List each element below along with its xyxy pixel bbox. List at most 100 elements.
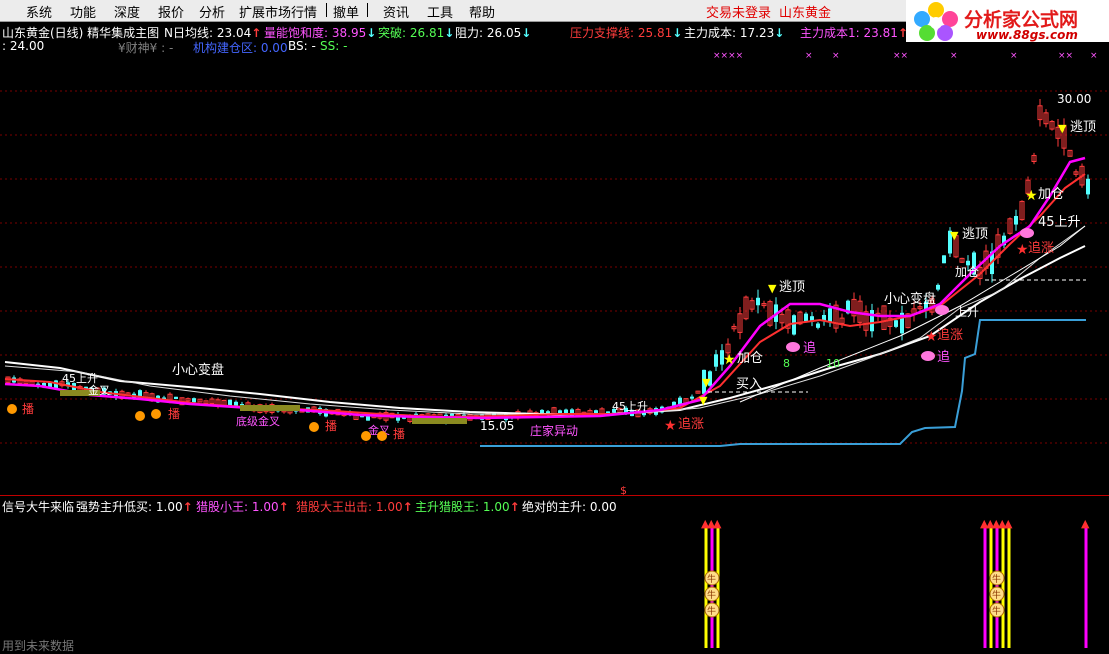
main-price-chart[interactable]: 30.00 15.05 逃顶 逃顶 逃顶 加仓 加仓 加仓 45上升 45上升 … (0, 36, 1109, 496)
olive-band (240, 405, 300, 411)
candlesticks (5, 98, 1090, 425)
rise45-label: 45上升 (612, 400, 648, 413)
orange-ball-icon (135, 411, 145, 421)
candle-body (1086, 178, 1090, 195)
menu-system[interactable]: 系统 (26, 2, 52, 21)
star-icon: ★ (664, 418, 677, 434)
add-position-label: 加仓 (737, 351, 763, 366)
rise-label: 上升 (955, 305, 979, 319)
orange-ball-icon (309, 422, 319, 432)
cat-small-indicator: 猎股小王: 1.00↑ (196, 500, 289, 514)
star-icon: ★ (1016, 242, 1029, 258)
diamond-icon (935, 305, 949, 315)
gold-cross-label: 金叉 (88, 383, 110, 397)
escape-top-label: 逃顶 (779, 280, 805, 295)
menu-function[interactable]: 功能 (70, 2, 96, 21)
candle-body (894, 320, 898, 327)
menu-separator (367, 3, 368, 17)
triangle-down-icon: ▼ (1058, 122, 1067, 135)
candle-body (804, 313, 808, 322)
num-label: 10 (826, 357, 840, 370)
cross-marker: ×××× (713, 51, 743, 61)
magenta-ma-line (4, 156, 1086, 420)
price-high-label: 30.00 (1057, 92, 1091, 106)
signal-markers: ★ ★ ★ ★ ★ ▼ ▼ ▼ ▼ ▼ ×××× × × ×× × × ×× × (7, 51, 1098, 441)
status-text: 用到未来数据 (2, 639, 75, 653)
price-low-label: 15.05 (480, 419, 514, 433)
white-thin-ma-line (4, 225, 1086, 416)
login-status[interactable]: 交易未登录 (706, 2, 771, 21)
candle-body (192, 398, 196, 403)
cross-marker: ×× (1058, 51, 1073, 61)
main-rise-indicator: 主升猎股王: 1.00↑ (415, 500, 520, 514)
menu-quote[interactable]: 报价 (158, 2, 184, 21)
coin-glyph: 牛 (707, 589, 716, 601)
coin-glyph: 牛 (707, 573, 716, 585)
candle-body (828, 308, 832, 322)
candle-body (564, 409, 568, 414)
coin-glyph: 牛 (707, 605, 716, 617)
coin-glyph: 牛 (992, 589, 1001, 601)
menu-separator (326, 3, 327, 17)
diamond-icon (921, 351, 935, 361)
bottom-gold-cross-label: 底级金叉 (236, 414, 280, 428)
menu-news[interactable]: 资讯 (383, 2, 409, 21)
menu-cancel-order[interactable]: 撤单 (333, 2, 359, 21)
coin-glyph: 牛 (992, 573, 1001, 585)
signal-sub-chart[interactable]: ▲▲▲ ▲▲▲▲▲ ▲牛牛牛牛牛牛 (0, 518, 1109, 648)
signal-arrow-icon: ▲ (1004, 518, 1013, 530)
signal-arrow-icon: ▲ (1081, 518, 1090, 530)
orange-ball-icon (361, 431, 371, 441)
orange-ball-icon (377, 431, 387, 441)
orange-ball-icon (7, 404, 17, 414)
triangle-down-icon: ▼ (950, 229, 959, 242)
rise45-label: 45上升 (1038, 215, 1081, 230)
cross-marker: × (950, 51, 958, 61)
chase-short-label: 追 (803, 340, 816, 356)
cross-marker: × (1010, 51, 1018, 61)
white-ma-line (4, 245, 1086, 415)
orange-ball-icon (151, 409, 161, 419)
candle-body (936, 284, 940, 290)
add-position-label: 加仓 (955, 265, 979, 279)
seed-label: 播 (22, 402, 34, 416)
panel-divider (0, 495, 1109, 496)
menu-tools[interactable]: 工具 (427, 2, 453, 21)
cat-king-indicator: 猎股大王出击: 1.00↑ (296, 500, 413, 514)
seed-label: 播 (325, 419, 337, 433)
chase-label: 追涨 (937, 327, 963, 343)
candle-body (174, 396, 178, 400)
candle-body (942, 255, 946, 264)
stock-name-link[interactable]: 山东黄金 (779, 2, 831, 21)
menu-extended-market[interactable]: 扩展市场行情 (239, 2, 317, 21)
grid-lines (0, 90, 1109, 444)
signal-bars: ▲▲▲ ▲▲▲▲▲ ▲牛牛牛牛牛牛 (701, 518, 1090, 648)
triangle-down-icon: ▼ (768, 282, 777, 295)
candle-body (792, 315, 796, 335)
add-position-label: 加仓 (1038, 187, 1064, 202)
candle-body (234, 401, 238, 406)
seed-label: 播 (393, 427, 405, 441)
diamond-icon (1020, 228, 1034, 238)
candle-body (558, 410, 562, 414)
candle-body (870, 310, 874, 332)
cross-marker: ×× (893, 51, 908, 61)
buy-in-label: 买入 (736, 377, 762, 392)
zhuang-label: 庄家异动 (530, 423, 578, 438)
menu-help[interactable]: 帮助 (469, 2, 495, 21)
menu-analysis[interactable]: 分析 (199, 2, 225, 21)
star-icon: ★ (723, 352, 736, 368)
seed-label: 播 (168, 407, 180, 421)
diamond-icon (786, 342, 800, 352)
chase-short-label: 追 (937, 349, 950, 365)
candle-body (540, 409, 544, 414)
menu-depth[interactable]: 深度 (114, 2, 140, 21)
signal-arrow-icon: ▲ (713, 518, 722, 530)
careful-label: 小心变盘 (172, 362, 224, 378)
signal-indicator: 信号大牛来临 (2, 500, 75, 514)
cross-marker: × (832, 51, 840, 61)
careful-label: 小心变盘 (884, 291, 936, 307)
cross-marker: × (1090, 51, 1098, 61)
triangle-down-icon: ▼ (699, 394, 708, 407)
chart-annotations: 30.00 15.05 逃顶 逃顶 逃顶 加仓 加仓 加仓 45上升 45上升 … (22, 92, 1096, 496)
